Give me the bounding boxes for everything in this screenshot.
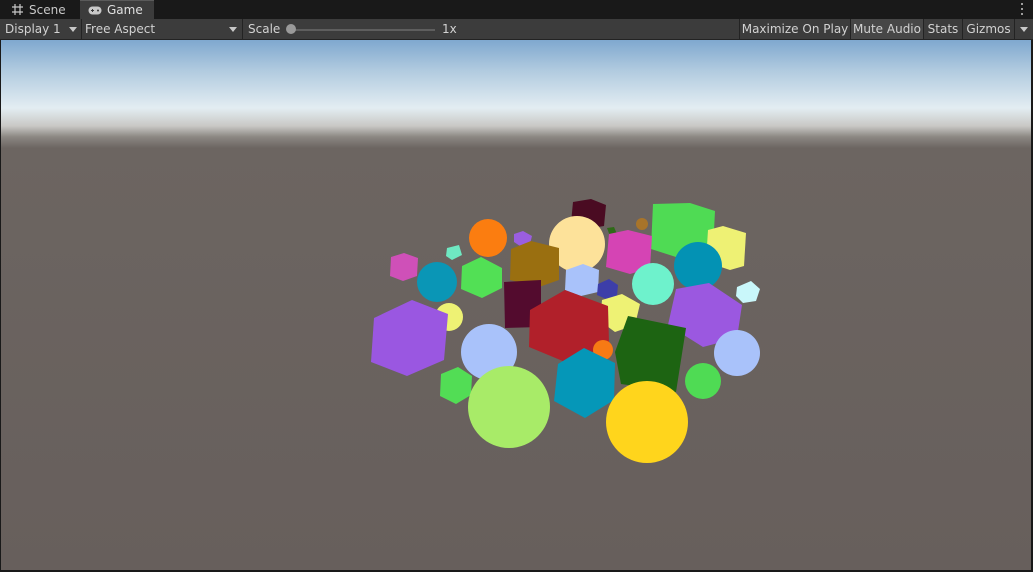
more-options-icon[interactable]: [1017, 2, 1027, 16]
tab-game-label: Game: [107, 3, 143, 17]
editor-tab-bar: Scene Game: [0, 0, 1033, 19]
gold-sphere: [606, 381, 688, 463]
display-dropdown-label: Display 1: [5, 22, 61, 36]
small-brown-sphere: [636, 218, 648, 230]
hash-grid-icon: [10, 3, 24, 17]
teal-sphere-right: [674, 242, 722, 290]
navy-cube: [597, 279, 618, 299]
green-hex-cube: [461, 257, 502, 298]
game-view-toolbar: Display 1 Free Aspect Scale 1x Maximize …: [0, 19, 1033, 40]
scale-slider-track[interactable]: [291, 29, 435, 31]
small-white-cube: [736, 281, 760, 303]
teal-sphere-left: [417, 262, 457, 302]
game-viewport[interactable]: [1, 40, 1031, 570]
scale-slider-thumb[interactable]: [286, 24, 296, 34]
brown-cube: [510, 241, 559, 287]
maximize-on-play-button[interactable]: Maximize On Play: [740, 19, 850, 39]
chevron-down-icon: [1020, 27, 1028, 32]
orange-sphere: [469, 219, 507, 257]
lavender-cube: [565, 264, 599, 296]
lime-sphere: [468, 366, 550, 448]
gamepad-icon: [88, 3, 102, 17]
tab-scene[interactable]: Scene: [2, 0, 78, 19]
purple-hex-left: [371, 300, 448, 376]
mute-audio-button[interactable]: Mute Audio: [851, 19, 923, 39]
chevron-down-icon: [69, 27, 77, 32]
display-dropdown[interactable]: Display 1: [0, 19, 81, 39]
aspect-dropdown[interactable]: Free Aspect: [82, 19, 242, 39]
gizmos-button[interactable]: Gizmos: [963, 19, 1014, 39]
mint-sphere: [632, 263, 674, 305]
green-sphere-small: [685, 363, 721, 399]
scale-label: Scale: [248, 22, 281, 36]
dark-green-cube: [615, 316, 686, 392]
tab-game[interactable]: Game: [80, 0, 154, 19]
gizmos-dropdown[interactable]: [1015, 19, 1033, 39]
scale-value: 1x: [442, 22, 457, 36]
pink-cube: [390, 253, 418, 281]
divider: [242, 19, 243, 39]
lavender-sphere-right: [714, 330, 760, 376]
stats-button[interactable]: Stats: [924, 19, 962, 39]
tab-scene-label: Scene: [29, 2, 66, 17]
small-mint-cube: [446, 245, 462, 260]
rendered-scene: [371, 199, 760, 463]
aspect-dropdown-label: Free Aspect: [85, 22, 156, 36]
green-cube-small: [440, 367, 472, 404]
chevron-down-icon: [229, 27, 237, 32]
